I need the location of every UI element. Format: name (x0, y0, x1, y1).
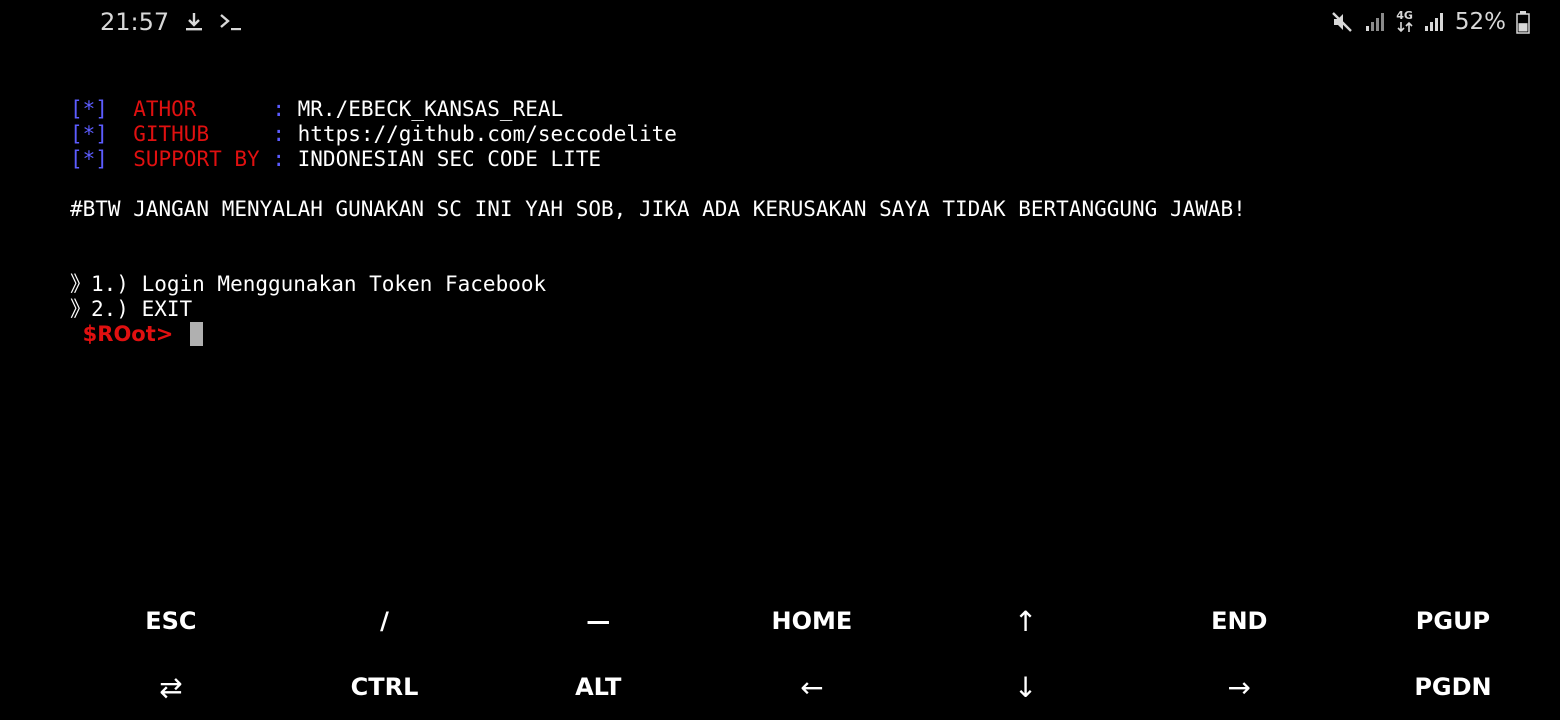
key-right-arrow[interactable]: → (1132, 654, 1346, 720)
key-tab[interactable]: ⇄ (64, 654, 278, 720)
key-home[interactable]: HOME (705, 588, 919, 654)
key-dash[interactable]: — (491, 588, 705, 654)
info-key: SUPPORT BY (133, 147, 260, 171)
info-value: INDONESIAN SEC CODE LITE (297, 147, 602, 171)
info-colon: : (272, 97, 285, 121)
status-right: 4G 52% (1330, 6, 1530, 38)
key-up-arrow[interactable]: ↑ (919, 588, 1133, 654)
menu-item-login: 》1.) Login Menggunakan Token Facebook (70, 272, 547, 296)
shell-prompt: $ROot> (82, 322, 174, 346)
key-slash[interactable]: / (278, 588, 492, 654)
info-value: https://github.com/seccodelite (297, 122, 677, 146)
status-time: 21:57 (100, 8, 170, 36)
menu-item-exit: 》2.) EXIT (70, 297, 193, 321)
info-bracket: [*] (70, 147, 108, 171)
prompt-line[interactable]: $ROot> (70, 322, 1510, 347)
info-value: MR./EBECK_KANSAS_REAL (297, 97, 564, 121)
info-line-author: [*] ATHOR : MR./EBECK_KANSAS_REAL (70, 97, 1510, 122)
key-end[interactable]: END (1132, 588, 1346, 654)
info-colon: : (272, 122, 285, 146)
text-cursor (190, 322, 204, 346)
info-line-github: [*] GITHUB : https://github.com/seccodel… (70, 122, 1510, 147)
info-key: GITHUB (133, 122, 260, 146)
terminal-output[interactable]: [*] ATHOR : MR./EBECK_KANSAS_REAL [*] GI… (70, 97, 1510, 347)
status-left: 21:57 (100, 6, 243, 38)
info-colon: : (272, 147, 285, 171)
key-pgup[interactable]: PGUP (1346, 588, 1560, 654)
info-key: ATHOR (133, 97, 260, 121)
battery-icon (1516, 10, 1530, 34)
key-alt[interactable]: ALT (491, 654, 705, 720)
download-icon (183, 11, 205, 33)
status-bar: 21:57 4G 52% (0, 0, 1560, 44)
signal-icon (1364, 11, 1386, 33)
network-label: 4G (1396, 9, 1413, 22)
key-ctrl[interactable]: CTRL (278, 654, 492, 720)
warning-line: #BTW JANGAN MENYALAH GUNAKAN SC INI YAH … (70, 197, 1246, 221)
key-down-arrow[interactable]: ↓ (919, 654, 1133, 720)
info-bracket: [*] (70, 122, 108, 146)
network-4g-icon: 4G (1396, 9, 1413, 33)
signal-icon (1423, 11, 1445, 33)
mute-icon (1330, 10, 1354, 34)
info-line-support: [*] SUPPORT BY : INDONESIAN SEC CODE LIT… (70, 147, 1510, 172)
key-pgdn[interactable]: PGDN (1346, 654, 1560, 720)
info-bracket: [*] (70, 97, 108, 121)
terminal-icon (219, 11, 243, 33)
key-left-arrow[interactable]: ← (705, 654, 919, 720)
key-esc[interactable]: ESC (64, 588, 278, 654)
extra-keys-bar: ESC / — HOME ↑ END PGUP ⇄ CTRL ALT ← ↓ →… (64, 588, 1560, 720)
battery-percent: 52% (1454, 9, 1506, 35)
